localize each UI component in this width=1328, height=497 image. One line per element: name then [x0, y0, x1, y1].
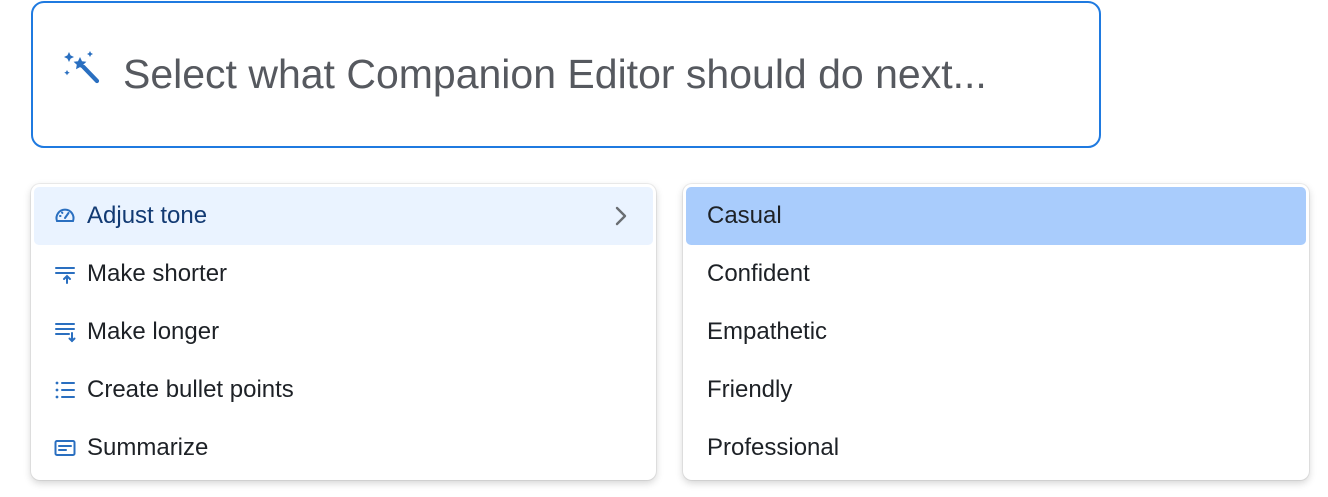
menu-item-create-bullet-points[interactable]: Create bullet points	[34, 361, 653, 419]
menu-item-label: Summarize	[87, 434, 209, 461]
tone-submenu: Casual Confident Empathetic Friendly Pro…	[683, 184, 1309, 480]
prompt-input[interactable]	[123, 51, 1063, 98]
make-longer-icon	[52, 319, 78, 345]
tone-option-label: Friendly	[707, 376, 793, 403]
gauge-icon	[52, 203, 78, 229]
menu-item-adjust-tone[interactable]: Adjust tone	[34, 187, 653, 245]
tone-option-empathetic[interactable]: Empathetic	[686, 303, 1306, 361]
make-shorter-icon	[52, 261, 78, 287]
actions-menu: Adjust tone Make shorter Make longer Cre…	[31, 184, 656, 480]
tone-option-label: Confident	[707, 260, 810, 287]
menu-item-label: Create bullet points	[87, 376, 294, 403]
menu-item-make-shorter[interactable]: Make shorter	[34, 245, 653, 303]
summarize-icon	[52, 435, 78, 461]
tone-option-confident[interactable]: Confident	[686, 245, 1306, 303]
tone-option-label: Professional	[707, 434, 840, 461]
menu-item-label: Adjust tone	[87, 202, 208, 229]
menu-item-label: Make longer	[87, 318, 220, 345]
tone-option-label: Casual	[707, 202, 782, 229]
tone-option-label: Empathetic	[707, 318, 828, 345]
menu-item-make-longer[interactable]: Make longer	[34, 303, 653, 361]
tone-option-casual[interactable]: Casual	[686, 187, 1306, 245]
tone-option-professional[interactable]: Professional	[686, 419, 1306, 477]
chevron-right-icon	[607, 203, 633, 229]
menu-item-summarize[interactable]: Summarize	[34, 419, 653, 477]
bullet-list-icon	[52, 377, 78, 403]
magic-wand-icon	[61, 48, 101, 88]
menu-item-label: Make shorter	[87, 260, 228, 287]
companion-prompt-box[interactable]	[31, 1, 1101, 148]
tone-option-friendly[interactable]: Friendly	[686, 361, 1306, 419]
